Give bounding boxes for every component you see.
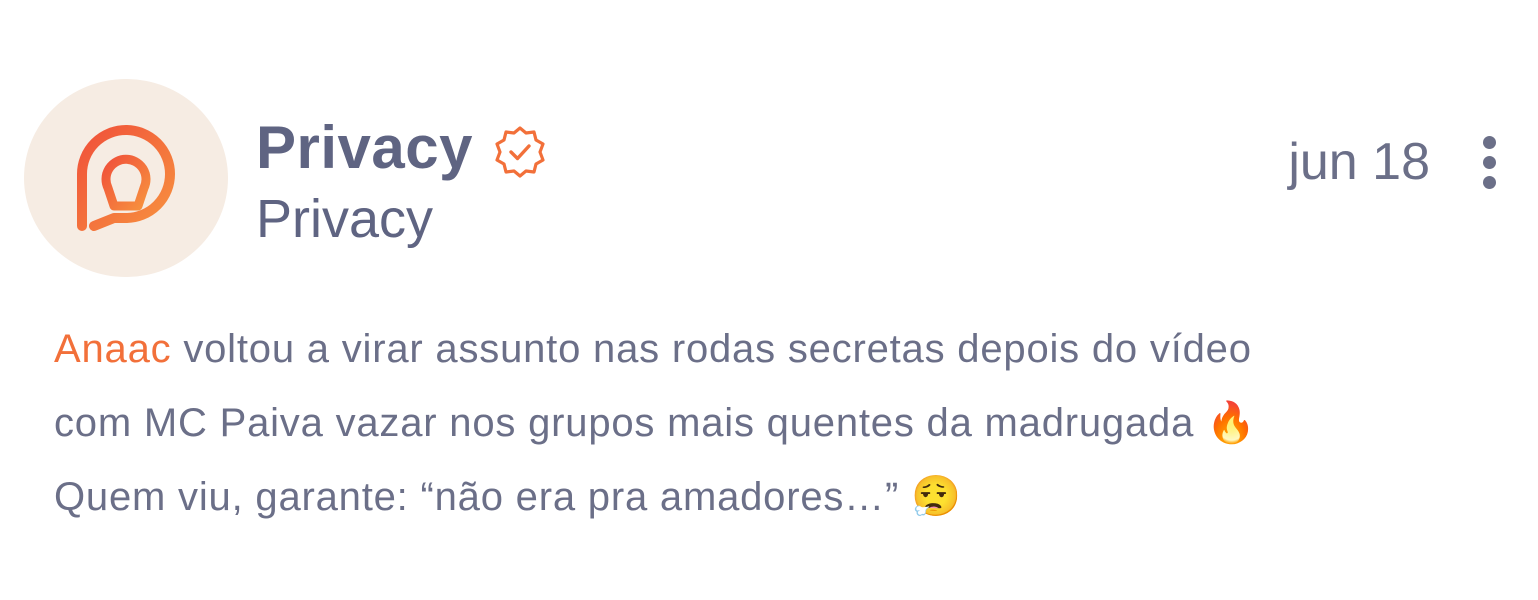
verified-badge-icon (495, 126, 545, 178)
post-body-line-3: Quem viu, garante: “não era pra amadores… (54, 475, 962, 519)
post-body-line-2: com MC Paiva vazar nos grupos mais quent… (54, 401, 1257, 445)
mention-link[interactable]: Anaac (54, 327, 171, 371)
post-date: jun 18 (1288, 133, 1430, 191)
display-name[interactable]: Privacy (256, 112, 473, 184)
post-body: Anaac voltou a virar assunto nas rodas s… (54, 312, 1474, 534)
privacy-logo-icon (77, 125, 175, 231)
more-options-button[interactable] (1470, 128, 1510, 196)
handle[interactable]: Privacy (256, 184, 433, 254)
post-body-line-1: voltou a virar assunto nas rodas secreta… (171, 327, 1252, 371)
post-card: Privacy Privacy jun 18 Anaac voltou a vi… (0, 0, 1538, 600)
avatar[interactable] (24, 79, 228, 277)
